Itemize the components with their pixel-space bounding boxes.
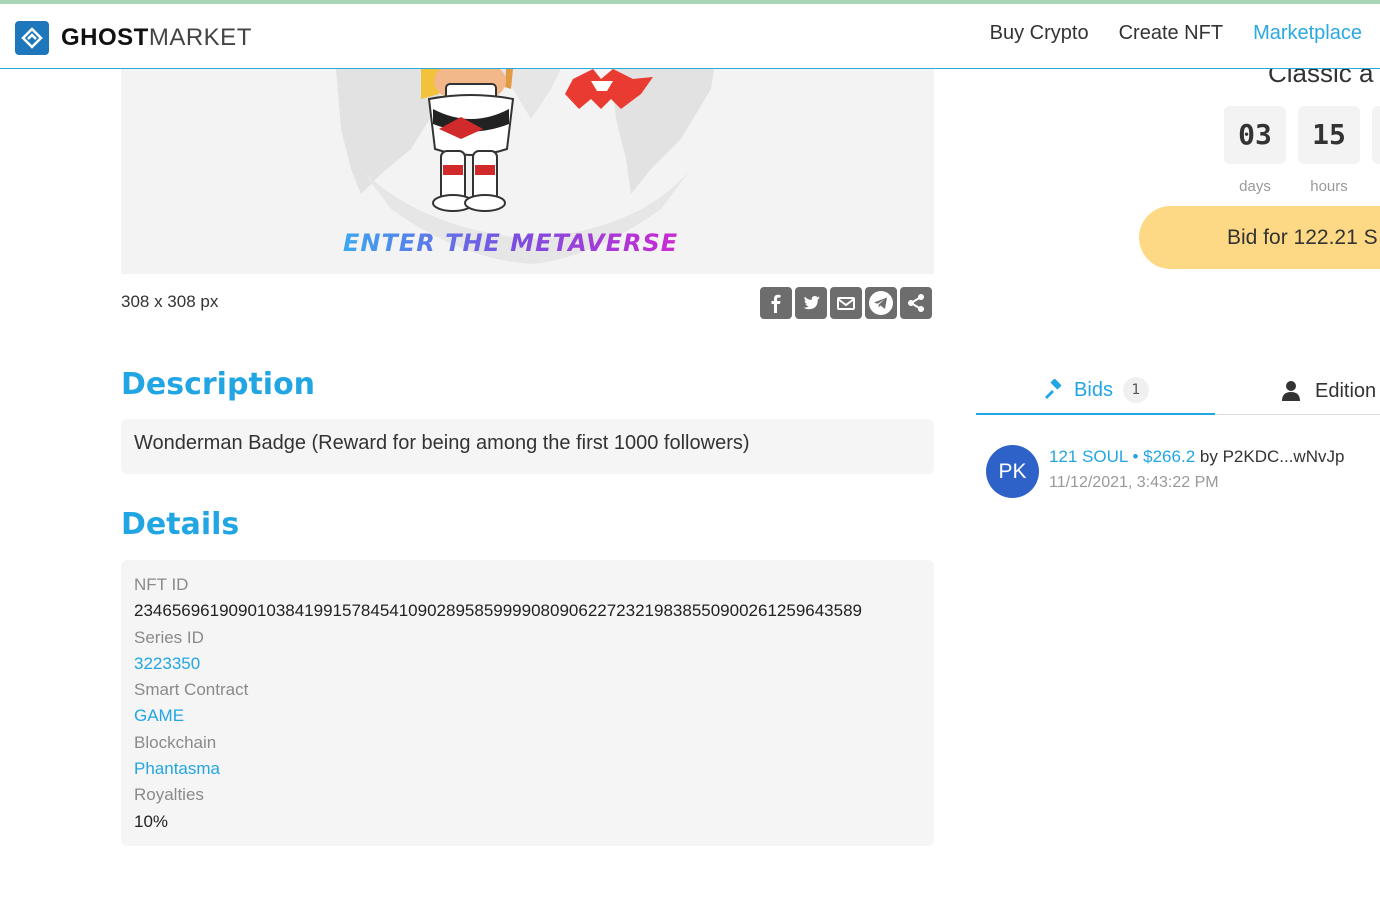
blockchain-label: Blockchain bbox=[134, 732, 217, 752]
nav-buy-crypto[interactable]: Buy Crypto bbox=[990, 22, 1089, 45]
series-id-link[interactable]: 3223350 bbox=[134, 651, 921, 677]
tab-bids[interactable]: Bids 1 bbox=[976, 367, 1215, 415]
telegram-share-button[interactable] bbox=[865, 287, 897, 319]
logo-icon bbox=[15, 21, 49, 55]
bid-amount[interactable]: 121 SOUL • $266.2 bbox=[1049, 447, 1195, 466]
gavel-icon bbox=[1045, 379, 1062, 399]
series-id-label: Series ID bbox=[134, 627, 204, 647]
place-bid-button[interactable]: Bid for 122.21 S bbox=[1139, 206, 1380, 269]
nav-create-nft[interactable]: Create NFT bbox=[1119, 22, 1223, 45]
nft-image-caption: ENTER THE METAVERSE bbox=[343, 229, 679, 257]
tab-bids-label: Bids bbox=[1074, 378, 1113, 401]
royalties-value: 10% bbox=[134, 811, 169, 831]
image-size: 308 x 308 px bbox=[121, 292, 219, 311]
email-share-button[interactable] bbox=[830, 287, 862, 319]
envelope-icon bbox=[837, 297, 855, 310]
countdown-hours: 15 bbox=[1298, 106, 1360, 164]
description-box: Wonderman Badge (Reward for being among … bbox=[121, 419, 934, 474]
smart-contract-label: Smart Contract bbox=[134, 680, 249, 700]
royalties-label: Royalties bbox=[134, 785, 204, 805]
bidder-address[interactable]: by P2KDC...wNvJp bbox=[1200, 447, 1345, 466]
nav-marketplace[interactable]: Marketplace bbox=[1253, 22, 1362, 45]
blockchain-link[interactable]: Phantasma bbox=[134, 756, 921, 782]
share-icon bbox=[908, 294, 924, 312]
bidder-avatar[interactable]: PK bbox=[986, 445, 1039, 498]
bid-tabs: Bids 1 Edition bbox=[976, 367, 1380, 415]
nft-id-value: 2346569619090103841991578454109028958599… bbox=[134, 601, 863, 621]
details-heading: Details bbox=[121, 507, 240, 542]
bids-count-badge: 1 bbox=[1122, 377, 1149, 403]
share-buttons bbox=[760, 287, 932, 319]
tab-edition[interactable]: Edition bbox=[1281, 367, 1376, 415]
user-icon bbox=[1282, 381, 1300, 401]
main-nav: Buy Crypto Create NFT Marketplace bbox=[990, 22, 1362, 45]
logo-text: GHOSTMARKET bbox=[61, 24, 252, 51]
nft-id-label: NFT ID bbox=[134, 575, 189, 594]
smart-contract-link[interactable]: GAME bbox=[134, 703, 921, 729]
description-text: Wonderman Badge (Reward for being among … bbox=[134, 432, 750, 454]
countdown-days: 03 bbox=[1224, 106, 1286, 164]
site-header: GHOSTMARKET Buy Crypto Create NFT Market… bbox=[0, 4, 1380, 69]
details-box: NFT ID 234656961909010384199157845410902… bbox=[121, 560, 934, 846]
telegram-icon bbox=[869, 291, 893, 315]
description-heading: Description bbox=[121, 367, 316, 402]
share-link-button[interactable] bbox=[900, 287, 932, 319]
facebook-icon bbox=[771, 294, 781, 313]
countdown-hours-label: hours bbox=[1310, 178, 1348, 195]
facebook-share-button[interactable] bbox=[760, 287, 792, 319]
twitter-icon bbox=[803, 296, 820, 310]
bid-timestamp: 11/12/2021, 3:43:22 PM bbox=[1049, 474, 1219, 491]
tab-edition-label: Edition bbox=[1315, 379, 1377, 402]
ghostmarket-logo[interactable]: GHOSTMARKET bbox=[15, 21, 252, 55]
nft-image[interactable]: ENTER THE METAVERSE bbox=[121, 69, 934, 274]
twitter-share-button[interactable] bbox=[795, 287, 827, 319]
countdown-minutes bbox=[1372, 106, 1380, 164]
bid-summary: 121 SOUL • $266.2 by P2KDC...wNvJp bbox=[1049, 447, 1344, 467]
countdown-days-label: days bbox=[1239, 178, 1271, 195]
